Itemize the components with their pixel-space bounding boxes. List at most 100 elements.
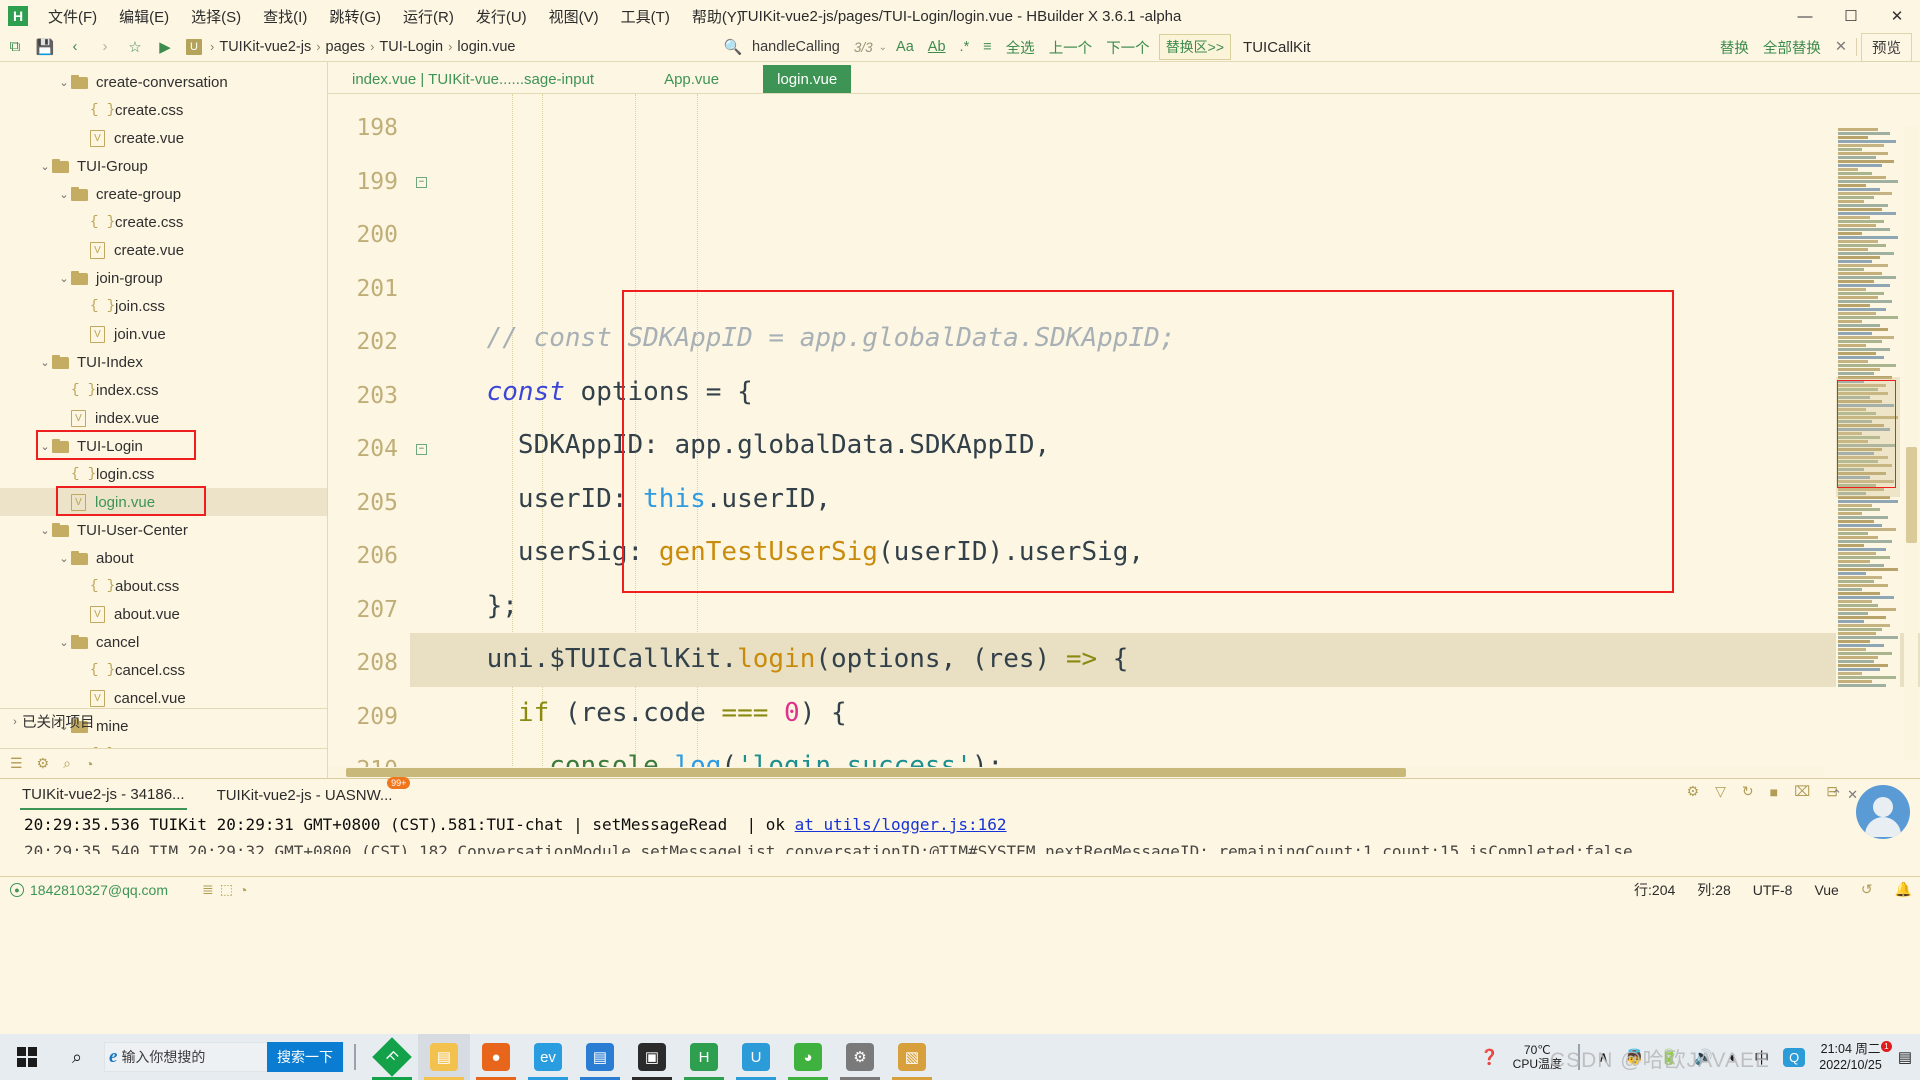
- taskbar-search-icon[interactable]: ⌕: [54, 1034, 100, 1080]
- terminal-icon[interactable]: ⬚: [220, 881, 233, 898]
- code-line[interactable]: const options = {: [410, 366, 1920, 420]
- taskbar-search-input[interactable]: 输入你想搜的: [121, 1047, 267, 1067]
- tree-item-tui-user-center[interactable]: ⌄ TUI-User-Center: [0, 516, 327, 544]
- tree-item-cancel-css[interactable]: { } cancel.css: [0, 656, 327, 684]
- find-next-button[interactable]: 下一个: [1101, 35, 1155, 60]
- maximize-button[interactable]: ☐: [1828, 0, 1874, 32]
- find-previous-button[interactable]: 上一个: [1044, 35, 1098, 60]
- replace-input[interactable]: TUICallKit: [1243, 39, 1311, 56]
- ime-language-icon[interactable]: 中: [1746, 1047, 1777, 1068]
- settings-gear-icon[interactable]: ⚙: [37, 755, 50, 772]
- chevron-down-icon[interactable]: ⌄: [57, 636, 71, 649]
- cpu-temperature-widget[interactable]: 70℃ CPU温度: [1507, 1043, 1568, 1071]
- taskbar-app-excel[interactable]: ▤: [574, 1034, 626, 1080]
- star-favorite-icon[interactable]: ☆: [122, 35, 148, 59]
- breadcrumb-file[interactable]: login.vue: [457, 39, 515, 55]
- menu-edit[interactable]: 编辑(E): [109, 2, 179, 31]
- closed-projects-row[interactable]: › 已关闭项目: [0, 708, 327, 734]
- taskbar-clock[interactable]: 21:04 周二 2022/10/25 1: [1811, 1041, 1892, 1073]
- code-content[interactable]: // const SDKAppID = app.globalData.SDKAp…: [410, 94, 1920, 778]
- tree-item-about[interactable]: ⌄ about: [0, 544, 327, 572]
- tab-index-vue[interactable]: index.vue | TUIKit-vue......sage-input: [338, 65, 608, 93]
- qq-blue-icon[interactable]: Q: [1783, 1047, 1806, 1067]
- outline-icon[interactable]: ≣: [202, 881, 214, 898]
- tree-item-create-vue[interactable]: Vcreate.vue: [0, 236, 327, 264]
- chevron-down-icon[interactable]: ⌄: [38, 440, 52, 453]
- tree-item-create-css[interactable]: { } create.css: [0, 96, 327, 124]
- volume-icon[interactable]: 🔊: [1686, 1048, 1721, 1066]
- qq-tray-icon[interactable]: 👼: [1617, 1048, 1652, 1066]
- globe-icon[interactable]: ◔: [85, 756, 93, 772]
- close-console-icon[interactable]: ✕: [1847, 787, 1858, 803]
- tree-item-about-vue[interactable]: Vabout.vue: [0, 600, 327, 628]
- tray-chevron-up-icon[interactable]: ∧: [1590, 1048, 1617, 1066]
- project-manager-icon[interactable]: ☰: [10, 755, 23, 772]
- console-tab-1[interactable]: TUIKit-vue2-js - 34186...: [20, 781, 187, 810]
- tab-login-vue[interactable]: login.vue: [763, 65, 852, 93]
- tree-item-login-css[interactable]: { } login.css: [0, 460, 327, 488]
- taskbar-app-settings[interactable]: ⚙: [834, 1034, 886, 1080]
- tree-item-tui-login[interactable]: ⌄ TUI-Login: [0, 432, 327, 460]
- code-line[interactable]: if (res.code === 0) {: [410, 687, 1920, 741]
- editor-horizontal-scrollbar[interactable]: [328, 767, 1824, 778]
- taskbar-app-uniapp[interactable]: U: [730, 1034, 782, 1080]
- chevron-down-icon[interactable]: ⌄: [57, 552, 71, 565]
- user-avatar[interactable]: [1856, 785, 1910, 839]
- tree-item-index-vue[interactable]: Vindex.vue: [0, 404, 327, 432]
- console-log-source-link[interactable]: at utils/logger.js:162: [795, 815, 1007, 834]
- find-in-selection-button[interactable]: ≡: [978, 37, 996, 57]
- collapse-console-icon[interactable]: ⌃: [1831, 787, 1842, 803]
- tree-item-cancel[interactable]: ⌄ cancel: [0, 628, 327, 656]
- code-line[interactable]: uni.$TUICallKit.login(options, (res) => …: [410, 633, 1920, 687]
- tree-item-join-css[interactable]: { } join.css: [0, 292, 327, 320]
- taskbar-app-file-explorer[interactable]: ▤: [418, 1034, 470, 1080]
- taskbar-app-foxmail[interactable]: F: [366, 1034, 418, 1080]
- tree-item-create-group[interactable]: ⌄ create-group: [0, 180, 327, 208]
- menu-run[interactable]: 运行(R): [393, 2, 464, 31]
- chevron-down-icon[interactable]: ⌄: [38, 356, 52, 369]
- breadcrumb-project[interactable]: TUIKit-vue2-js: [219, 39, 311, 55]
- find-history-chevron-down-icon[interactable]: ⌄: [879, 42, 887, 53]
- menu-find[interactable]: 查找(I): [253, 2, 317, 31]
- taskbar-search-button[interactable]: 搜索一下: [267, 1042, 343, 1072]
- chevron-down-icon[interactable]: ⌄: [57, 76, 71, 89]
- taskbar-app-hbuilder[interactable]: H: [678, 1034, 730, 1080]
- help-icon[interactable]: ❓: [1472, 1048, 1507, 1066]
- menu-tools[interactable]: 工具(T): [611, 2, 680, 31]
- file-language[interactable]: Vue: [1814, 882, 1838, 898]
- chevron-down-icon[interactable]: ⌄: [57, 272, 71, 285]
- find-regex-button[interactable]: .*: [955, 37, 975, 57]
- menu-file[interactable]: 文件(F): [38, 2, 107, 31]
- taskbar-app-screenrec[interactable]: ▣: [626, 1034, 678, 1080]
- close-button[interactable]: ✕: [1874, 0, 1920, 32]
- tree-item-create-vue[interactable]: Vcreate.vue: [0, 124, 327, 152]
- browser-icon[interactable]: ◔: [239, 882, 247, 898]
- sync-icon[interactable]: ↺: [1861, 881, 1873, 898]
- preview-button[interactable]: 预览: [1861, 32, 1912, 62]
- taskbar-app-notepad[interactable]: ▧: [886, 1034, 938, 1080]
- find-search-icon[interactable]: 🔍: [720, 35, 746, 59]
- code-line[interactable]: userSig: genTestUserSig(userID).userSig,: [410, 526, 1920, 580]
- tree-item-create-conversation[interactable]: ⌄ create-conversation: [0, 68, 327, 96]
- chevron-down-icon[interactable]: ⌄: [38, 524, 52, 537]
- chevron-down-icon[interactable]: ⌄: [57, 188, 71, 201]
- tree-item-join-group[interactable]: ⌄ join-group: [0, 264, 327, 292]
- close-find-bar-icon[interactable]: ✕: [1830, 37, 1852, 57]
- breadcrumb-pages[interactable]: pages: [326, 39, 366, 55]
- breadcrumb-tui-login[interactable]: TUI-Login: [379, 39, 443, 55]
- chevron-right-icon[interactable]: ›: [8, 716, 22, 728]
- replace-button[interactable]: 替换: [1715, 35, 1754, 60]
- start-button[interactable]: [0, 1034, 54, 1080]
- taskbar-search-box[interactable]: e 输入你想搜的 搜索一下: [104, 1042, 344, 1072]
- taskbar-app-ev-capture[interactable]: ev: [522, 1034, 574, 1080]
- new-file-icon[interactable]: ⧉: [2, 35, 28, 59]
- menu-select[interactable]: 选择(S): [181, 2, 251, 31]
- tree-item-tui-group[interactable]: ⌄ TUI-Group: [0, 152, 327, 180]
- menu-goto[interactable]: 跳转(G): [319, 2, 391, 31]
- bell-notification-icon[interactable]: 🔔: [1895, 881, 1912, 898]
- replace-all-button[interactable]: 全部替换: [1758, 35, 1826, 60]
- action-center-icon[interactable]: ▤: [1890, 1048, 1920, 1066]
- tree-item-about-css[interactable]: { } about.css: [0, 572, 327, 600]
- wifi-icon[interactable]: ◐: [1721, 1049, 1746, 1066]
- find-select-all-button[interactable]: 全选: [1001, 35, 1040, 60]
